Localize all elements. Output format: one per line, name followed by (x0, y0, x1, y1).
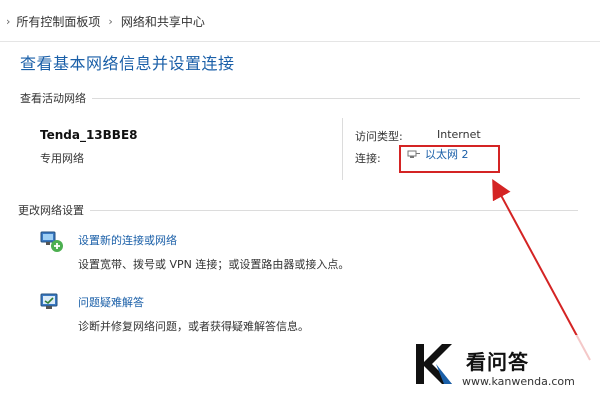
watermark-logo-icon (416, 344, 452, 384)
watermark-title: 看问答 (466, 350, 529, 374)
watermark-url: www.kanwenda.com (462, 375, 575, 388)
